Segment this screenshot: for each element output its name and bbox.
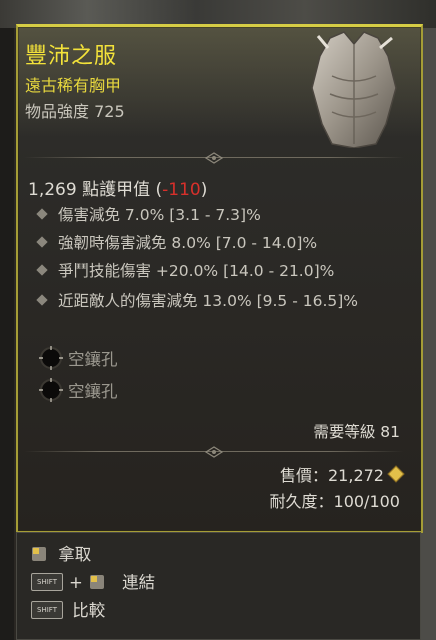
shift-key-icon: SHIFT: [31, 572, 63, 591]
affix-bullet-icon: [36, 293, 48, 306]
link-action[interactable]: SHIFT + 連結: [31, 569, 155, 593]
affix-text: 爭鬥技能傷害 +20.0% [14.0 - 21.0]%: [58, 262, 335, 280]
socket-label: 空鑲孔: [68, 350, 118, 369]
durability: 耐久度：100/100: [269, 492, 400, 511]
compare-action[interactable]: SHIFT 比較: [31, 597, 105, 621]
pickup-label: 拿取: [58, 545, 92, 564]
armor-value: 1,269 點護甲值 (-110): [28, 175, 207, 200]
affix-bullet-icon: [36, 263, 48, 276]
affix-text: 近距敵人的傷害減免 13.0% [9.5 - 16.5]%: [58, 292, 359, 310]
action-hints-panel: 拿取 SHIFT + 連結 SHIFT 比較: [16, 532, 421, 640]
item-power: 物品強度 725: [25, 102, 125, 121]
link-label: 連結: [122, 573, 156, 592]
gold-coin-icon: [387, 465, 405, 483]
empty-socket-icon: [39, 378, 63, 402]
empty-socket-icon: [39, 346, 63, 370]
affix-bullet-icon: [36, 207, 48, 220]
required-level: 需要等級 81: [313, 423, 400, 441]
socket-label: 空鑲孔: [68, 382, 118, 401]
armor-delta-close: ): [200, 180, 208, 200]
affix-row: 爭鬥技能傷害 +20.0% [14.0 - 21.0]%: [36, 258, 378, 284]
pickup-action[interactable]: 拿取: [31, 541, 91, 565]
compare-label: 比較: [72, 601, 106, 620]
affix-text: 傷害減免 7.0% [3.1 - 7.3]%: [58, 206, 261, 224]
sell-value-text: 售價：21,272: [280, 466, 384, 485]
armor-delta: -110: [162, 180, 201, 200]
affix-row: 傷害減免 7.0% [3.1 - 7.3]%: [36, 202, 378, 228]
affix-row: 近距敵人的傷害減免 13.0% [9.5 - 16.5]%: [36, 288, 378, 314]
affix-bullet-icon: [36, 235, 48, 248]
background-left-edge: [0, 28, 14, 640]
armor-value-text: 1,269 點護甲值: [28, 180, 151, 200]
affix-text: 強韌時傷害減免 8.0% [7.0 - 14.0]%: [58, 234, 318, 252]
sell-value: 售價：21,272: [280, 462, 405, 486]
header-divider: [24, 152, 404, 164]
mouse-left-click-icon: [89, 574, 104, 589]
affix-row: 強韌時傷害減免 8.0% [7.0 - 14.0]%: [36, 230, 378, 256]
mouse-left-click-icon: [32, 546, 46, 561]
shift-key-icon: SHIFT: [31, 600, 63, 619]
item-name: 豐沛之服: [25, 44, 118, 69]
footer-divider: [24, 446, 404, 458]
item-rarity-type: 遠古稀有胸甲: [25, 76, 122, 95]
plus-sign: +: [69, 573, 83, 592]
chest-armor-icon: [311, 31, 397, 148]
